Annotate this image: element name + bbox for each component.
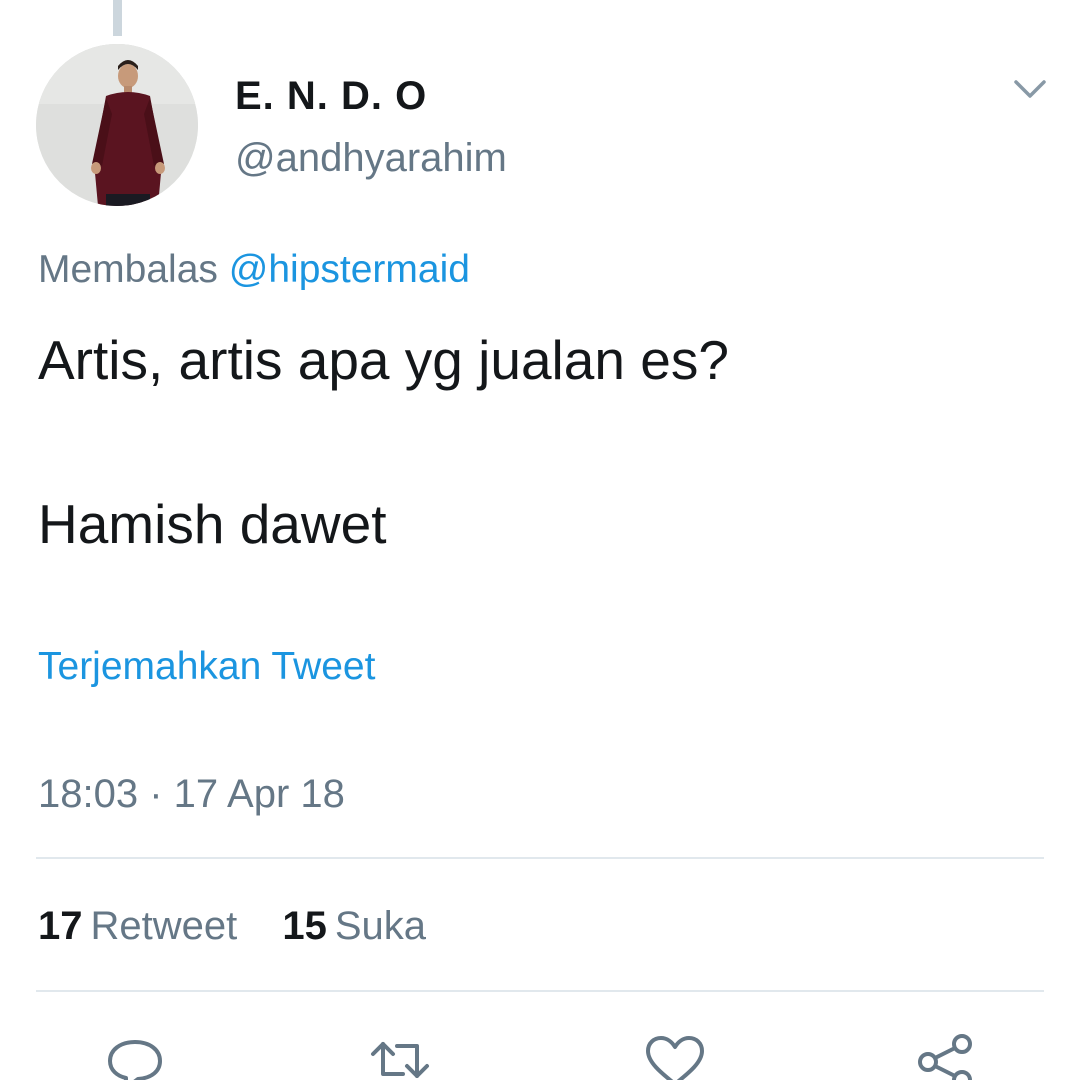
avatar-photo bbox=[36, 44, 198, 206]
tweet-text-line-1: Artis, artis apa yg jualan es? bbox=[38, 329, 729, 391]
share-icon bbox=[918, 1034, 972, 1080]
tweet-detail-page: E. N. D. O @andhyarahim Membalas @hipste… bbox=[0, 0, 1080, 1080]
author-handle[interactable]: @andhyarahim bbox=[235, 136, 507, 181]
reply-icon bbox=[108, 1040, 162, 1080]
heart-icon bbox=[646, 1036, 704, 1080]
replying-to-prefix: Membalas bbox=[38, 248, 218, 291]
retweet-label: Retweet bbox=[90, 904, 238, 948]
like-label: Suka bbox=[334, 904, 427, 948]
tweet-timestamp: 18:03 · 17 Apr 18 bbox=[38, 772, 345, 816]
like-button[interactable] bbox=[640, 1030, 710, 1080]
thread-connector-line bbox=[113, 0, 122, 36]
like-count: 15 bbox=[282, 904, 327, 948]
retweet-count: 17 bbox=[38, 904, 83, 948]
retweet-stat[interactable]: 17 Retweet bbox=[38, 904, 237, 949]
replying-to-mention[interactable]: @hipstermaid bbox=[229, 248, 470, 291]
tweet-text-line-2: Hamish dawet bbox=[38, 493, 387, 555]
translate-tweet-link[interactable]: Terjemahkan Tweet bbox=[38, 645, 375, 689]
retweet-button[interactable] bbox=[365, 1030, 435, 1080]
chevron-down-icon bbox=[1014, 80, 1046, 98]
author-display-name[interactable]: E. N. D. O bbox=[235, 74, 427, 119]
engagement-stats: 17 Retweet 15 Suka bbox=[38, 904, 460, 949]
avatar[interactable] bbox=[36, 44, 198, 206]
divider bbox=[36, 857, 1044, 859]
like-stat[interactable]: 15 Suka bbox=[282, 904, 426, 949]
tweet-options-button[interactable] bbox=[1010, 74, 1050, 104]
divider bbox=[36, 990, 1044, 992]
retweet-icon bbox=[371, 1042, 429, 1078]
share-button[interactable] bbox=[910, 1030, 980, 1080]
reply-button[interactable] bbox=[100, 1030, 170, 1080]
replying-to: Membalas @hipstermaid bbox=[38, 248, 470, 292]
